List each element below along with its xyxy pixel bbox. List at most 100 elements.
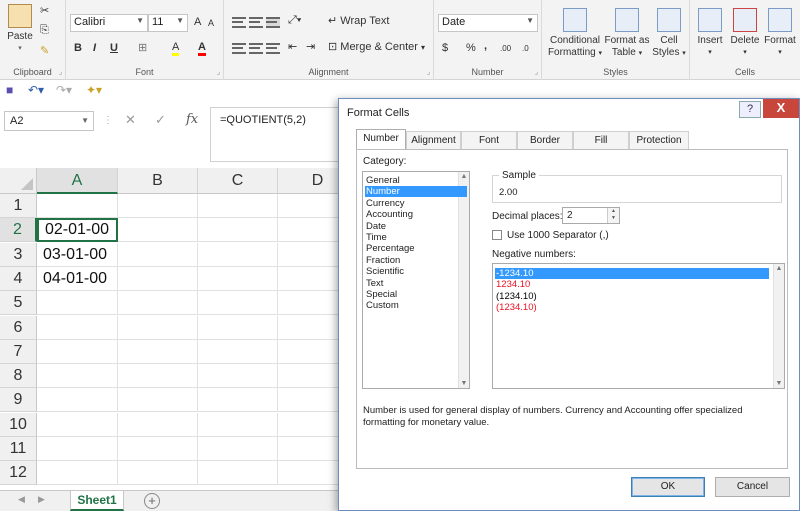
cell-b9[interactable]	[118, 388, 198, 413]
negative-numbers-list[interactable]: ▲ ▼ -1234.10 1234.10 (1234.10) (1234.10)	[492, 263, 785, 389]
category-item-date[interactable]: Date	[365, 221, 467, 232]
italic-button[interactable]: I	[93, 42, 96, 54]
cell-c11[interactable]	[198, 437, 278, 461]
merge-center-button[interactable]: ⊡ Merge & Center ▾	[328, 40, 425, 53]
font-size-select[interactable]: 11 ▼	[148, 14, 188, 32]
cell-b7[interactable]	[118, 339, 198, 364]
negative-format-item[interactable]: 1234.10	[495, 279, 769, 290]
column-header-c[interactable]: C	[198, 168, 278, 194]
cut-icon[interactable]: ✂	[40, 4, 49, 17]
prev-sheet-icon[interactable]: ◀	[18, 494, 25, 505]
row-header-12[interactable]: 12	[0, 461, 37, 486]
currency-button[interactable]: $	[442, 42, 448, 54]
cell-c10[interactable]	[198, 412, 278, 437]
row-header-3[interactable]: 3	[0, 242, 37, 267]
thousand-separator-label[interactable]: Use 1000 Separator (,)	[507, 230, 609, 241]
cell-styles-button[interactable]: Cell Styles ▾	[650, 8, 688, 60]
help-button[interactable]: ?	[739, 101, 761, 118]
cell-c8[interactable]	[198, 364, 278, 389]
category-item-accounting[interactable]: Accounting	[365, 209, 467, 220]
decimal-spinner[interactable]: ▲ ▼	[607, 208, 619, 223]
cell-a12[interactable]	[37, 461, 118, 486]
row-header-1[interactable]: 1	[0, 194, 37, 218]
row-header-7[interactable]: 7	[0, 339, 37, 364]
cell-c12[interactable]	[198, 461, 278, 486]
orientation-icon[interactable]: ⤢▾	[288, 14, 301, 27]
cell-b4[interactable]	[118, 266, 198, 291]
category-item-currency[interactable]: Currency	[365, 198, 467, 209]
column-header-a[interactable]: A	[37, 168, 118, 194]
cell-c3[interactable]	[198, 242, 278, 267]
row-header-9[interactable]: 9	[0, 388, 37, 413]
next-sheet-icon[interactable]: ▶	[38, 494, 45, 505]
decrease-indent-icon[interactable]: ⇤	[288, 40, 297, 53]
cell-b2[interactable]	[118, 218, 198, 243]
category-item-text[interactable]: Text	[365, 278, 467, 289]
cell-c1[interactable]	[198, 194, 278, 218]
category-item-general[interactable]: General	[365, 175, 467, 186]
font-launcher-icon[interactable]: ⌟	[217, 68, 220, 76]
decimal-places-input[interactable]: 2 ▲ ▼	[562, 207, 620, 224]
font-color-button[interactable]: A	[198, 41, 206, 56]
tab-number[interactable]: Number	[356, 129, 406, 150]
increase-indent-icon[interactable]: ⇥	[306, 40, 315, 53]
format-painter-icon[interactable]: ✎	[40, 44, 49, 57]
spin-up-icon[interactable]: ▲	[608, 208, 619, 215]
cancel-button[interactable]: Cancel	[715, 477, 790, 497]
row-header-2[interactable]: 2	[0, 218, 37, 243]
tab-border[interactable]: Border	[517, 131, 573, 149]
copy-icon[interactable]: ⎘	[40, 24, 49, 37]
cell-c6[interactable]	[198, 315, 278, 340]
cell-c2[interactable]	[198, 218, 278, 243]
category-item-fraction[interactable]: Fraction	[365, 255, 467, 266]
cell-b12[interactable]	[118, 461, 198, 486]
clipboard-launcher-icon[interactable]: ⌟	[59, 68, 62, 76]
tab-fill[interactable]: Fill	[573, 131, 629, 149]
category-item-special[interactable]: Special	[365, 289, 467, 300]
sheet-tab-sheet1[interactable]: Sheet1	[70, 491, 124, 511]
category-item-number[interactable]: Number	[365, 186, 467, 198]
cell-c9[interactable]	[198, 388, 278, 413]
cell-c7[interactable]	[198, 339, 278, 364]
paste-button[interactable]: Paste ▾	[4, 4, 36, 55]
row-header-4[interactable]: 4	[0, 266, 37, 291]
align-right-icon[interactable]	[266, 43, 280, 54]
cell-a1[interactable]	[37, 194, 118, 218]
align-top-icon[interactable]	[232, 17, 246, 28]
scroll-down-icon[interactable]: ▼	[459, 380, 469, 387]
row-header-8[interactable]: 8	[0, 364, 37, 389]
select-all-button[interactable]	[0, 168, 37, 194]
format-button[interactable]: Format ▾	[762, 8, 798, 59]
negative-format-item[interactable]: (1234.10)	[495, 302, 769, 313]
shrink-font-button[interactable]: A	[208, 18, 214, 28]
scroll-up-icon[interactable]: ▲	[774, 265, 784, 272]
format-as-table-button[interactable]: Format as Table ▾	[604, 8, 650, 60]
save-icon[interactable]: ■	[6, 83, 13, 97]
align-left-icon[interactable]	[232, 43, 246, 54]
category-item-percentage[interactable]: Percentage	[365, 243, 467, 254]
spin-down-icon[interactable]: ▼	[608, 215, 619, 222]
percent-button[interactable]: %	[466, 42, 476, 54]
tab-alignment[interactable]: Alignment	[406, 131, 461, 149]
tab-protection[interactable]: Protection	[629, 131, 689, 149]
row-header-11[interactable]: 11	[0, 437, 37, 461]
category-item-time[interactable]: Time	[365, 232, 467, 243]
cell-b10[interactable]	[118, 412, 198, 437]
cell-a10[interactable]	[37, 412, 118, 437]
bold-button[interactable]: B	[74, 42, 82, 54]
alignment-launcher-icon[interactable]: ⌟	[427, 68, 430, 76]
cell-a5[interactable]	[37, 291, 118, 316]
decrease-decimal-button[interactable]: .0	[522, 44, 529, 53]
enter-icon[interactable]: ✓	[155, 112, 166, 128]
add-sheet-icon[interactable]: +	[144, 493, 160, 509]
wrap-text-button[interactable]: ↵ Wrap Text	[328, 14, 389, 27]
comma-button[interactable]: ,	[484, 40, 487, 52]
cell-b5[interactable]	[118, 291, 198, 316]
delete-button[interactable]: Delete ▾	[728, 8, 762, 59]
undo-icon[interactable]: ↶▾	[28, 83, 44, 97]
align-middle-icon[interactable]	[249, 17, 263, 28]
cell-a8[interactable]	[37, 364, 118, 389]
insert-function-icon[interactable]: fx	[186, 112, 198, 127]
category-item-custom[interactable]: Custom	[365, 300, 467, 311]
number-format-select[interactable]: Date ▼	[438, 14, 538, 32]
